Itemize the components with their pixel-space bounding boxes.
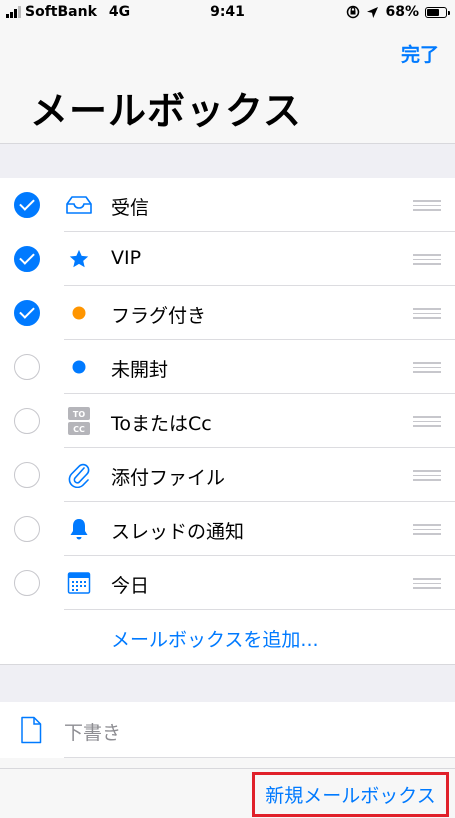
drafts-row[interactable]: 下書き: [0, 702, 455, 758]
mailbox-label: ToまたはCc: [111, 413, 212, 435]
cc-badge-text: CC: [73, 425, 85, 434]
mailbox-row-today[interactable]: 今日: [0, 556, 455, 610]
bottom-toolbar: 新規メールボックス: [0, 768, 455, 818]
orange-dot-icon: [64, 299, 94, 327]
location-arrow-icon: [367, 6, 379, 18]
section-divider: [0, 143, 455, 179]
checkbox-unread[interactable]: [14, 354, 40, 380]
add-mailbox-link[interactable]: メールボックスを追加...: [111, 625, 319, 652]
star-icon: [64, 245, 94, 273]
mailbox-label: 添付ファイル: [111, 467, 226, 489]
checkbox-vip[interactable]: [14, 246, 40, 272]
drafts-label: 下書き: [64, 722, 122, 744]
new-mailbox-button[interactable]: 新規メールボックス: [252, 772, 449, 817]
inbox-tray-icon: [64, 191, 94, 219]
mailbox-label: スレッドの通知: [111, 521, 245, 543]
reorder-handle-icon[interactable]: [413, 524, 441, 538]
battery-level: [427, 8, 439, 16]
reorder-handle-icon[interactable]: [413, 254, 441, 268]
done-button[interactable]: 完了: [401, 40, 439, 67]
row-separator: [64, 757, 455, 758]
to-cc-icon: TO CC: [64, 407, 94, 435]
checkbox-flagged[interactable]: [14, 300, 40, 326]
battery-percent: 68%: [385, 4, 419, 20]
mailbox-label: 受信: [111, 197, 150, 219]
battery-icon: [425, 6, 450, 18]
checkbox-to-cc[interactable]: [14, 408, 40, 434]
section-divider: [0, 664, 455, 703]
mailbox-row-vip[interactable]: VIP: [0, 232, 455, 286]
reorder-handle-icon[interactable]: [413, 470, 441, 484]
checkbox-today[interactable]: [14, 570, 40, 596]
add-mailbox-row: メールボックスを追加...: [0, 610, 455, 664]
reorder-handle-icon[interactable]: [413, 308, 441, 322]
mailbox-row-to-cc[interactable]: TO CC ToまたはCc: [0, 394, 455, 448]
orientation-lock-icon: [347, 5, 360, 19]
mailbox-row-inbox[interactable]: 受信: [0, 178, 455, 232]
status-right: 68%: [346, 4, 450, 20]
mailbox-label: フラグ付き: [111, 305, 207, 327]
mailbox-list: 受信 VIP フラグ付き 未開封 TO CC ToまたはCc 添付ファイル スレ…: [0, 178, 455, 664]
blue-dot-icon: [64, 353, 94, 381]
mailbox-row-unread[interactable]: 未開封: [0, 340, 455, 394]
checkbox-thread-notify[interactable]: [14, 516, 40, 542]
reorder-handle-icon[interactable]: [413, 200, 441, 214]
mailbox-row-attachments[interactable]: 添付ファイル: [0, 448, 455, 502]
mailbox-label: 未開封: [111, 359, 169, 381]
reorder-handle-icon[interactable]: [413, 362, 441, 376]
paperclip-icon: [64, 461, 94, 489]
mailbox-row-thread-notify[interactable]: スレッドの通知: [0, 502, 455, 556]
mailbox-label: VIP: [111, 247, 142, 269]
mailbox-row-flagged[interactable]: フラグ付き: [0, 286, 455, 340]
page-title: メールボックス: [30, 89, 302, 133]
checkbox-attachments[interactable]: [14, 462, 40, 488]
calendar-icon: [64, 569, 94, 597]
bell-icon: [64, 515, 94, 543]
mailbox-label: 今日: [111, 575, 150, 597]
document-icon: [20, 716, 42, 748]
reorder-handle-icon[interactable]: [413, 578, 441, 592]
to-badge-text: TO: [73, 410, 85, 419]
status-bar: SoftBank 4G 9:41 68%: [0, 0, 455, 26]
checkbox-inbox[interactable]: [14, 192, 40, 218]
reorder-handle-icon[interactable]: [413, 416, 441, 430]
